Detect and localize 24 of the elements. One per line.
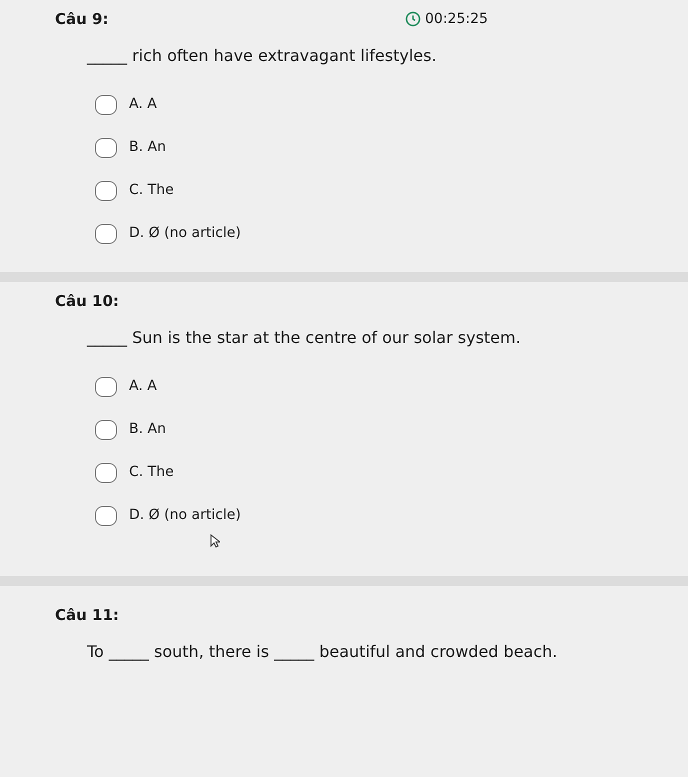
question-text: _____ rich often have extravagant lifestyles. — [87, 45, 438, 67]
radio-icon[interactable] — [95, 180, 117, 200]
timer-text: 00:25:25 — [425, 10, 488, 28]
answer-option[interactable]: D. Ø (no article) — [95, 505, 664, 526]
answer-option[interactable]: C. The — [95, 462, 664, 483]
radio-icon[interactable] — [95, 506, 117, 526]
question-title: Câu 11: — [55, 604, 120, 626]
radio-icon[interactable] — [95, 224, 117, 244]
question-text: _____ Sun is the star at the centre of our solar system. — [87, 327, 522, 349]
radio-icon[interactable] — [95, 138, 117, 158]
radio-icon[interactable] — [95, 462, 117, 482]
answer-option[interactable]: C. The — [95, 180, 664, 201]
answer-option[interactable]: B. An — [95, 419, 664, 440]
question-title: Câu 10: — [55, 290, 120, 312]
question-title: Câu 9: — [55, 8, 110, 30]
answer-option[interactable]: A. A — [95, 94, 664, 115]
answer-option[interactable]: B. An — [95, 137, 664, 158]
answer-option[interactable]: D. Ø (no article) — [95, 223, 664, 244]
radio-icon[interactable] — [95, 420, 117, 440]
question-text: To _____ south, there is _____ beautiful and crowded beach. — [87, 641, 558, 663]
radio-icon[interactable] — [95, 94, 117, 114]
clock-icon — [405, 11, 421, 27]
answer-option[interactable]: A. A — [95, 376, 664, 397]
radio-icon[interactable] — [95, 376, 117, 396]
